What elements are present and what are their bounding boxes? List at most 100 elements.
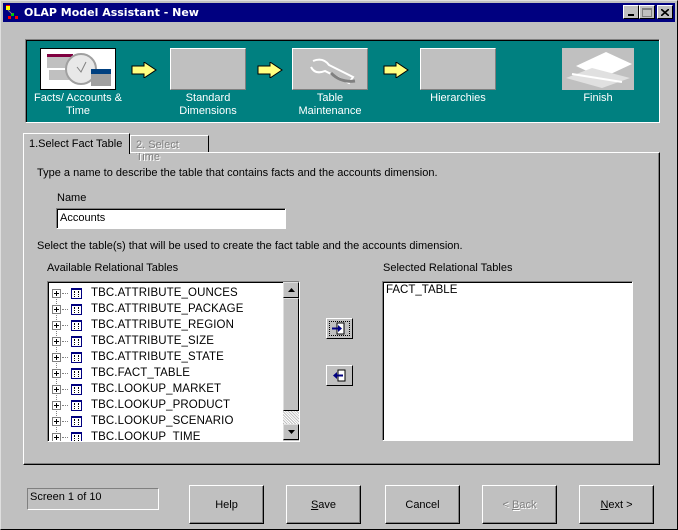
available-tables-tree[interactable]: TBC.ATTRIBUTE_OUNCES TBC.ATTRIBUTE_PACKAG… [47,281,300,442]
tree-connector [62,404,68,406]
arrow-right-icon [257,62,283,78]
expand-plus-icon[interactable] [52,352,61,362]
save-button[interactable]: Save [286,485,361,524]
selected-table-item[interactable]: FACT_TABLE [386,284,457,296]
tree-connector [62,420,68,422]
step-label: Maintenance [298,105,362,117]
scroll-thumb[interactable] [283,298,299,411]
selected-tables-label: Selected Relational Tables [383,262,513,274]
step-hierarchies[interactable]: Hierarchies [416,48,500,105]
tree-item-label: TBC.ATTRIBUTE_REGION [91,319,234,331]
step-finish[interactable]: Finish [560,48,636,105]
tree-item-table[interactable]: TBC.FACT_TABLE [52,365,190,381]
tree-scrollbar[interactable] [283,282,299,441]
help-label: Help [215,498,238,511]
table-icon [71,303,82,315]
back-button[interactable]: < Back [482,485,557,524]
window-title: OLAP Model Assistant - New [24,6,199,19]
tree-connector [62,292,68,294]
scroll-track[interactable] [283,411,299,425]
move-right-icon [332,322,345,335]
scroll-up-button[interactable] [283,282,299,298]
tree-connector [62,340,68,342]
tree-item-label: TBC.ATTRIBUTE_SIZE [91,335,214,347]
cancel-button[interactable]: Cancel [385,485,460,524]
step-table-maintenance[interactable]: Table Maintenance [288,48,372,118]
title-bar[interactable]: OLAP Model Assistant - New [3,3,675,22]
table-icon [71,367,82,379]
table-icon [71,383,82,395]
expand-plus-icon[interactable] [52,320,61,330]
next-button[interactable]: Next > [579,485,654,524]
tab-select-fact-table[interactable]: 1.Select Fact Table [23,133,130,154]
step-standard-dimensions[interactable]: Standard Dimensions [166,48,250,118]
add-table-button[interactable] [326,318,353,339]
app-icon [5,4,21,21]
tree-connector [62,436,68,438]
tab-select-time[interactable]: 2. Select Time [130,135,209,163]
table-icon [71,287,82,299]
name-instruction: Type a name to describe the table that c… [37,167,438,179]
tree-item-table[interactable]: TBC.LOOKUP_TIME [52,429,201,442]
selected-tables-list[interactable]: FACT_TABLE [382,281,633,441]
tree-item-label: TBC.ATTRIBUTE_STATE [91,351,224,363]
table-icon [71,335,82,347]
arrow-right-icon [383,62,409,78]
tree-item-label: TBC.LOOKUP_TIME [91,431,201,442]
table-icon [71,399,82,411]
back-label: < Back [502,498,537,511]
wizard-window: OLAP Model Assistant - New Facts/ Accoun… [0,0,678,530]
expand-plus-icon[interactable] [52,336,61,346]
step-label: Standard [185,92,231,104]
save-label: Save [310,498,337,511]
help-button[interactable]: Help [189,485,264,524]
expand-plus-icon[interactable] [52,416,61,426]
expand-plus-icon[interactable] [52,432,61,441]
remove-table-button[interactable] [326,365,353,386]
step-label: Time [65,105,91,117]
wrench-icon [292,48,368,90]
tree-item-label: TBC.FACT_TABLE [91,367,190,379]
next-label: Next > [600,498,633,511]
tree-item-table[interactable]: TBC.LOOKUP_PRODUCT [52,397,230,413]
step-facts-accounts-time[interactable]: Facts/ Accounts & Time [28,48,128,118]
tree-item-table[interactable]: TBC.ATTRIBUTE_REGION [52,317,234,333]
tree-item-label: TBC.LOOKUP_SCENARIO [91,415,234,427]
name-label: Name [57,192,87,204]
tree-item-table[interactable]: TBC.ATTRIBUTE_OUNCES [52,285,238,301]
expand-plus-icon[interactable] [52,304,61,314]
tree-item-table[interactable]: TBC.ATTRIBUTE_PACKAGE [52,301,243,317]
close-button[interactable] [657,5,673,19]
tree-item-table[interactable]: TBC.ATTRIBUTE_SIZE [52,333,214,349]
expand-plus-icon[interactable] [52,368,61,378]
tree-connector [62,388,68,390]
screen-counter: Screen 1 of 10 [27,488,159,510]
table-icon [71,431,82,441]
tree-item-label: TBC.ATTRIBUTE_OUNCES [91,287,238,299]
step-label: Hierarchies [430,92,486,104]
name-input-value[interactable]: Accounts [57,209,285,228]
expand-plus-icon[interactable] [52,400,61,410]
scroll-down-button[interactable] [283,424,299,440]
name-input[interactable]: Accounts [56,208,286,229]
tree-item-table[interactable]: TBC.LOOKUP_SCENARIO [52,413,234,429]
move-left-icon [333,369,346,382]
tree-item-label: TBC.ATTRIBUTE_PACKAGE [91,303,244,315]
tree-connector [62,356,68,358]
maximize-button[interactable] [639,5,655,19]
hierarchy-icon [420,48,496,90]
minimize-button[interactable] [623,5,639,19]
tree-connector [62,324,68,326]
facts-clock-icon [40,48,116,90]
expand-plus-icon[interactable] [52,384,61,394]
tables-instruction: Select the table(s) that will be used to… [37,240,463,252]
wizard-step-banner: Facts/ Accounts & Time Standard Dimensio… [25,39,660,123]
available-tables-label: Available Relational Tables [47,262,179,274]
dimensions-icon [170,48,246,90]
tree-item-table[interactable]: TBC.LOOKUP_MARKET [52,381,221,397]
tree-item-label: TBC.LOOKUP_MARKET [91,383,222,395]
expand-plus-icon[interactable] [52,288,61,298]
step-label: Dimensions [179,105,237,117]
tree-connector [62,372,68,374]
tree-item-table[interactable]: TBC.ATTRIBUTE_STATE [52,349,224,365]
